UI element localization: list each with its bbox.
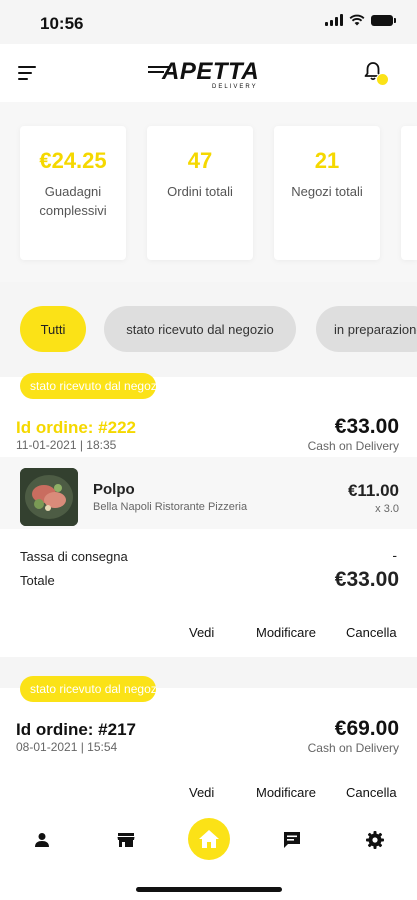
order-card[interactable]: stato ricevuto dal negozio Id ordine: #2…: [0, 373, 417, 609]
product-quantity: x 3.0: [375, 503, 399, 515]
payment-method: Cash on Delivery: [307, 439, 399, 453]
home-indicator: [136, 887, 282, 892]
stat-label: Guadagni complessivi: [39, 184, 107, 218]
delivery-fee-value: -: [392, 547, 397, 563]
wifi-icon: [349, 14, 365, 26]
product-name: Polpo: [93, 481, 135, 498]
filter-preparing[interactable]: in preparazione: [316, 306, 417, 352]
home-icon[interactable]: [188, 818, 230, 860]
status-badge: stato ricevuto dal negozio: [20, 676, 156, 702]
stat-value: 21: [314, 148, 340, 173]
notification-bell-icon[interactable]: [362, 60, 389, 86]
product-store: Bella Napoli Ristorante Pizzeria: [93, 501, 248, 513]
delivery-fee-label: Tassa di consegna: [20, 549, 128, 564]
order-id: Id ordine: #217: [16, 720, 136, 739]
cancel-button[interactable]: Cancella: [346, 785, 397, 800]
stat-label: Negozi totali: [291, 184, 363, 199]
store-icon[interactable]: [114, 828, 138, 852]
status-time: 10:56: [40, 14, 84, 33]
status-filter-bar: Tutti stato ricevuto dal negozio in prep…: [0, 282, 417, 377]
order-actions: Vedi Modificare Cancella: [0, 609, 417, 657]
view-button[interactable]: Vedi: [189, 785, 214, 800]
filter-all[interactable]: Tutti: [20, 306, 86, 352]
stat-label: Ordini totali: [167, 184, 233, 199]
order-amount: €33.00: [334, 415, 399, 438]
edit-button[interactable]: Modificare: [256, 625, 316, 640]
status-badge: stato ricevuto dal negozio: [20, 373, 156, 399]
order-date: 11-01-2021 | 18:35: [16, 438, 117, 452]
status-icons: [325, 14, 396, 26]
total-value: €33.00: [334, 568, 399, 591]
stat-value: €24.25: [39, 148, 107, 173]
edit-button[interactable]: Modificare: [256, 785, 316, 800]
profile-icon[interactable]: [30, 828, 54, 852]
battery-icon: [371, 14, 396, 26]
order-card[interactable]: stato ricevuto dal negozio Id ordine: #2…: [0, 676, 417, 770]
product-image: [20, 468, 78, 526]
order-id: Id ordine: #222: [16, 418, 136, 437]
product-price: €11.00: [347, 481, 399, 500]
stat-card-stores: 21 Negozi totali: [274, 126, 380, 260]
cancel-button[interactable]: Cancella: [346, 625, 397, 640]
stat-card-partial: [401, 126, 417, 260]
order-date: 08-01-2021 | 15:54: [16, 740, 118, 754]
stats-row: €24.25 Guadagni complessivi 47 Ordini to…: [0, 102, 417, 282]
signal-icon: [325, 14, 343, 26]
order-amount: €69.00: [334, 717, 399, 740]
stat-value: 47: [187, 148, 213, 173]
menu-icon[interactable]: [18, 66, 36, 84]
filter-received[interactable]: stato ricevuto dal negozio: [104, 306, 296, 352]
payment-method: Cash on Delivery: [307, 741, 399, 755]
chat-icon[interactable]: [280, 828, 304, 852]
app-logo: APETTA DELIVERY: [148, 58, 268, 92]
view-button[interactable]: Vedi: [189, 625, 214, 640]
app-header: APETTA DELIVERY: [0, 44, 417, 102]
stat-card-earnings: €24.25 Guadagni complessivi: [20, 126, 126, 260]
bottom-navigation: [0, 812, 417, 900]
total-label: Totale: [20, 573, 55, 588]
notification-dot: [376, 73, 389, 86]
settings-icon[interactable]: [363, 828, 387, 852]
stat-card-orders: 47 Ordini totali: [147, 126, 253, 260]
order-actions: Vedi Modificare Cancella: [0, 770, 417, 818]
